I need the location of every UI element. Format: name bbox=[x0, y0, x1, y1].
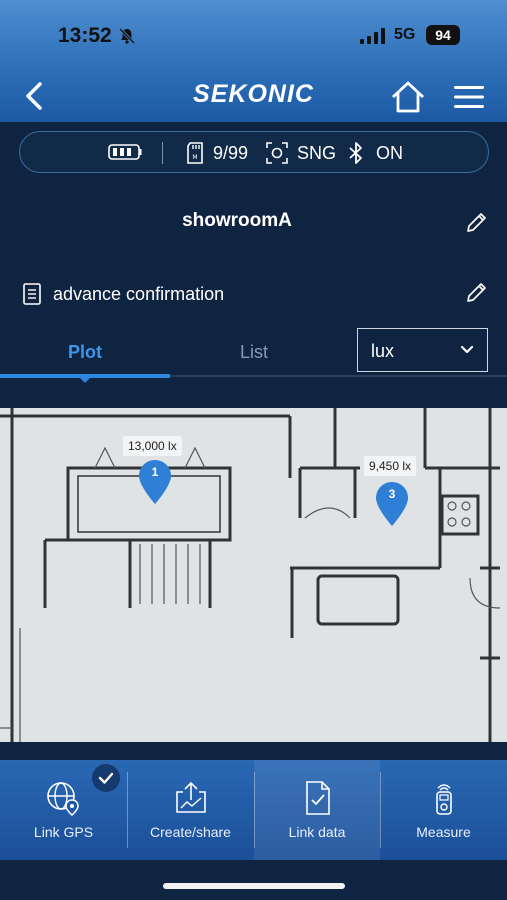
status-time: 13:52 bbox=[58, 24, 112, 47]
device-battery-icon bbox=[108, 144, 142, 160]
tab-list[interactable]: List bbox=[240, 342, 268, 363]
checkmark-icon bbox=[98, 772, 114, 784]
create-share-label: Create/share bbox=[150, 824, 231, 840]
bottom-safe-area bbox=[0, 860, 507, 900]
tab-active-notch bbox=[80, 378, 90, 383]
svg-text:M: M bbox=[192, 154, 197, 161]
battery-level: 94 bbox=[426, 25, 460, 45]
floor-plan-canvas[interactable]: 13,000 lx 1 9,450 lx 3 bbox=[0, 408, 507, 742]
memory-count: 9/99 bbox=[213, 143, 249, 163]
plot-point-number: 3 bbox=[388, 487, 396, 501]
plot-point-reading: 13,000 lx bbox=[123, 436, 182, 456]
create-share-button[interactable]: Create/share bbox=[127, 760, 254, 860]
note-document-icon bbox=[23, 283, 41, 305]
light-meter-icon bbox=[436, 784, 452, 815]
home-icon[interactable] bbox=[390, 80, 426, 114]
divider bbox=[162, 142, 163, 164]
link-data-label: Link data bbox=[288, 824, 346, 840]
unit-dropdown[interactable]: lux bbox=[357, 328, 488, 372]
bell-muted-icon bbox=[118, 27, 136, 45]
document-check-icon bbox=[306, 781, 330, 815]
measure-mode-icon bbox=[266, 142, 288, 164]
plot-point-pin[interactable]: 1 bbox=[137, 458, 173, 506]
measure-label: Measure bbox=[416, 824, 471, 840]
bluetooth-icon bbox=[349, 142, 362, 164]
bluetooth-status: ON bbox=[376, 143, 403, 163]
memory-card-icon: M bbox=[187, 142, 203, 164]
bottom-toolbar: Link GPS Create/share Link data Measure bbox=[0, 760, 507, 860]
project-note: advance confirmation bbox=[53, 284, 225, 304]
link-data-button[interactable]: Link data bbox=[254, 760, 380, 860]
tab-plot[interactable]: Plot bbox=[68, 342, 102, 363]
edit-title-pencil-icon[interactable] bbox=[464, 211, 488, 235]
plot-point-pin[interactable]: 3 bbox=[374, 480, 410, 528]
cellular-signal-icon bbox=[360, 28, 385, 44]
measure-button[interactable]: Measure bbox=[380, 760, 507, 860]
unit-selected-value: lux bbox=[371, 341, 395, 361]
link-gps-label: Link GPS bbox=[33, 824, 94, 840]
brand-logo: SEKONIC bbox=[193, 80, 314, 108]
chevron-down-icon bbox=[460, 345, 474, 354]
network-type: 5G bbox=[394, 26, 416, 43]
plot-point-number: 1 bbox=[151, 465, 159, 479]
home-indicator[interactable] bbox=[163, 883, 345, 889]
hamburger-menu-icon[interactable] bbox=[454, 84, 484, 110]
plot-point-reading: 9,450 lx bbox=[364, 456, 417, 476]
edit-note-pencil-icon[interactable] bbox=[464, 281, 488, 305]
share-export-icon bbox=[176, 781, 206, 813]
project-title: showroomA bbox=[182, 210, 292, 231]
device-status-bar: M 9/99 SNG ON bbox=[19, 131, 489, 173]
link-gps-button[interactable]: Link GPS bbox=[0, 760, 127, 860]
status-bar: 13:52 5G 94 bbox=[0, 18, 507, 52]
globe-location-icon bbox=[47, 782, 79, 816]
gps-linked-check-badge bbox=[92, 764, 120, 792]
measure-mode: SNG bbox=[297, 143, 337, 163]
floor-plan-drawing bbox=[0, 408, 501, 742]
